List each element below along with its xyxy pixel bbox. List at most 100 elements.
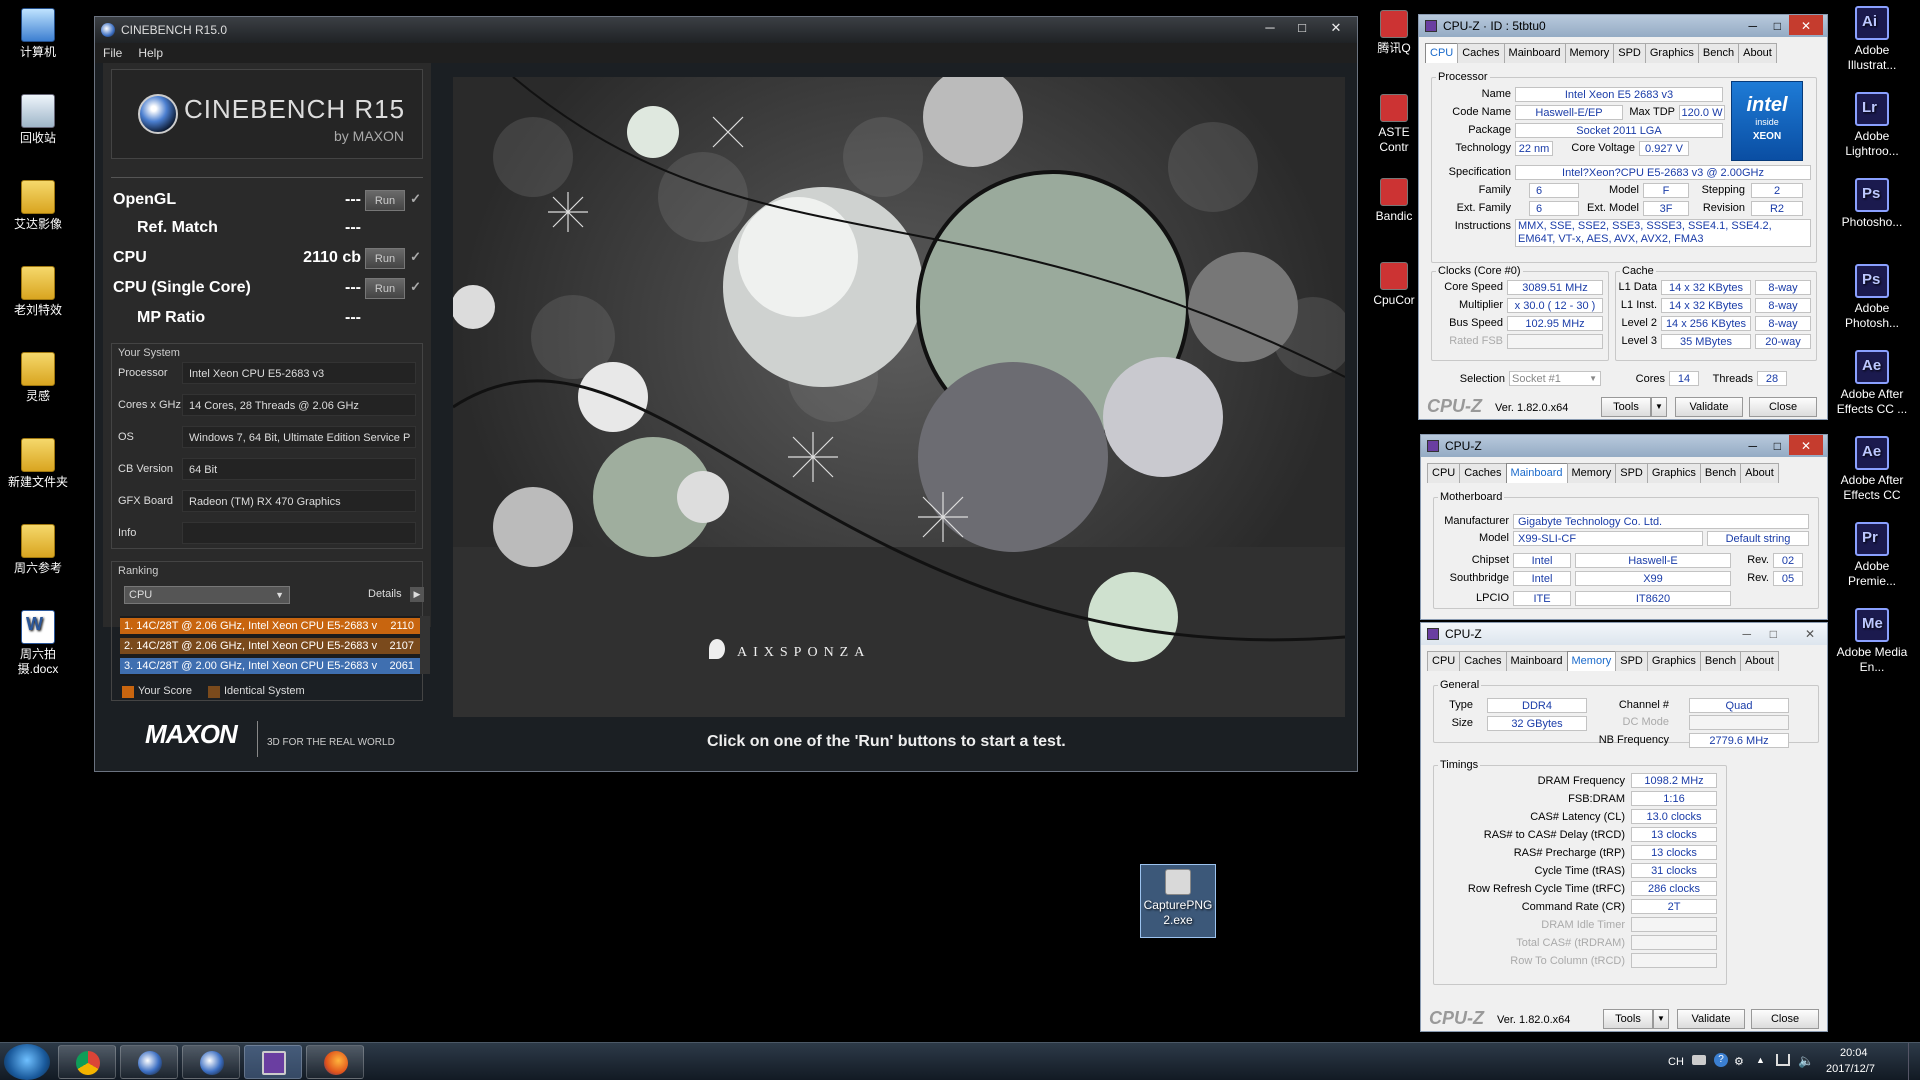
desktop-icon-3[interactable]: 老刘特效	[0, 266, 76, 318]
desktop-icon-0[interactable]: 计算机	[0, 8, 76, 60]
tab-mainboard[interactable]: Mainboard	[1503, 43, 1566, 63]
details-button[interactable]: Details	[368, 588, 402, 600]
tools-button[interactable]: Tools	[1601, 397, 1651, 417]
tab-graphics[interactable]: Graphics	[1646, 463, 1701, 483]
tab-memory[interactable]: Memory	[1564, 43, 1615, 63]
cinebench-titlebar[interactable]: CINEBENCH R15.0 ─ □ ✕	[95, 17, 1357, 43]
tab-memory[interactable]: Memory	[1566, 463, 1617, 483]
test-enabled-checkbox[interactable]: ✓	[410, 249, 421, 265]
run-button[interactable]: Run	[365, 190, 405, 211]
desktop-icon-adobe-5[interactable]: Ae Adobe After Effects CC	[1830, 436, 1914, 503]
run-button[interactable]: Run	[365, 248, 405, 269]
ranking-scrollbar[interactable]	[420, 616, 430, 674]
validate-button[interactable]: Validate	[1677, 1009, 1745, 1029]
desktop-icon-adobe-4[interactable]: Ae Adobe After Effects CC ...	[1830, 350, 1914, 417]
show-hidden-icons-icon[interactable]: ▲	[1756, 1055, 1765, 1065]
start-button[interactable]	[4, 1044, 50, 1080]
cpuz-titlebar[interactable]: CPU-Z ─ □ ✕	[1421, 435, 1827, 457]
desktop-icon-mid-1[interactable]: ASTE Contr	[1364, 94, 1424, 155]
tab-spd[interactable]: SPD	[1615, 463, 1648, 483]
tab-about[interactable]: About	[1740, 463, 1779, 483]
language-indicator[interactable]: CH	[1668, 1056, 1684, 1068]
taskbar-cinebench-2[interactable]	[182, 1045, 240, 1079]
maximize-button[interactable]: □	[1774, 435, 1781, 457]
desktop-icon-4[interactable]: 灵感	[0, 352, 76, 404]
tab-caches[interactable]: Caches	[1459, 651, 1507, 671]
ranking-list[interactable]: 1. 14C/28T @ 2.06 GHz, Intel Xeon CPU E5…	[120, 616, 420, 676]
keyboard-icon[interactable]	[1692, 1055, 1706, 1065]
desktop-icon-mid-3[interactable]: CpuCor	[1364, 262, 1424, 308]
maximize-button[interactable]: □	[1287, 18, 1317, 38]
ranking-row[interactable]: 1. 14C/28T @ 2.06 GHz, Intel Xeon CPU E5…	[120, 618, 420, 634]
tab-graphics[interactable]: Graphics	[1644, 43, 1699, 63]
tab-cpu[interactable]: CPU	[1427, 651, 1461, 671]
tab-spd[interactable]: SPD	[1615, 651, 1648, 671]
minimize-button[interactable]: ─	[1748, 15, 1757, 37]
close-button[interactable]: ✕	[1321, 18, 1351, 38]
cpuz-titlebar[interactable]: CPU-Z ─ □ ✕	[1421, 623, 1827, 645]
desktop-icon-adobe-7[interactable]: Me Adobe Media En...	[1830, 608, 1914, 675]
desktop-icon-adobe-2[interactable]: Ps Photosho...	[1830, 178, 1914, 230]
minimize-button[interactable]: ─	[1742, 623, 1751, 645]
desktop-icon-adobe-3[interactable]: Ps Adobe Photosh...	[1830, 264, 1914, 331]
tab-bench[interactable]: Bench	[1699, 651, 1742, 671]
test-enabled-checkbox[interactable]: ✓	[410, 279, 421, 295]
system-value[interactable]	[182, 522, 416, 544]
tools-dropdown-button[interactable]: ▼	[1651, 397, 1667, 417]
tools-button[interactable]: Tools	[1603, 1009, 1653, 1029]
tab-caches[interactable]: Caches	[1459, 463, 1507, 483]
run-button[interactable]: Run	[365, 278, 405, 299]
maximize-button[interactable]: □	[1774, 15, 1781, 37]
tab-mainboard[interactable]: Mainboard	[1505, 651, 1568, 671]
menu-file[interactable]: File	[95, 43, 130, 60]
taskbar-cpuz[interactable]	[244, 1045, 302, 1079]
close-window-button[interactable]: Close	[1751, 1009, 1819, 1029]
desktop-icon-1[interactable]: 回收站	[0, 94, 76, 146]
desktop-icon-mid-2[interactable]: Bandic	[1364, 178, 1424, 224]
show-desktop-button[interactable]	[1908, 1043, 1920, 1080]
tab-graphics[interactable]: Graphics	[1646, 651, 1701, 671]
tab-caches[interactable]: Caches	[1457, 43, 1505, 63]
details-arrow-icon[interactable]: ▶	[410, 587, 424, 602]
desktop-icon-adobe-1[interactable]: Lr Adobe Lightroo...	[1830, 92, 1914, 159]
desktop-icon-mid-0[interactable]: 腾讯Q	[1364, 10, 1424, 56]
tab-spd[interactable]: SPD	[1613, 43, 1646, 63]
cpuz-titlebar[interactable]: CPU-Z · ID : 5tbtu0 ─ □ ✕	[1419, 15, 1827, 37]
help-icon[interactable]: ?	[1714, 1053, 1728, 1067]
ranking-select[interactable]: CPU ▼	[124, 586, 290, 604]
tab-about[interactable]: About	[1738, 43, 1777, 63]
close-window-button[interactable]: Close	[1749, 397, 1817, 417]
tab-memory[interactable]: Memory	[1566, 651, 1617, 671]
maximize-button[interactable]: □	[1770, 623, 1777, 645]
tab-cpu[interactable]: CPU	[1425, 43, 1459, 63]
close-button[interactable]: ✕	[1789, 15, 1823, 35]
minimize-button[interactable]: ─	[1748, 435, 1757, 457]
taskbar-chrome[interactable]	[58, 1045, 116, 1079]
tab-bench[interactable]: Bench	[1697, 43, 1740, 63]
minimize-button[interactable]: ─	[1255, 18, 1285, 38]
clock-date[interactable]: 2017/12/7	[1826, 1063, 1875, 1075]
close-button[interactable]: ✕	[1789, 435, 1823, 455]
ranking-row[interactable]: 3. 14C/28T @ 2.00 GHz, Intel Xeon CPU E5…	[120, 658, 420, 674]
test-enabled-checkbox[interactable]: ✓	[410, 191, 421, 207]
socket-select[interactable]: Socket #1 ▼	[1509, 371, 1601, 386]
desktop-icon-2[interactable]: 艾达影像	[0, 180, 76, 232]
desktop-icon-6[interactable]: 周六参考	[0, 524, 76, 576]
tab-bench[interactable]: Bench	[1699, 463, 1742, 483]
close-button[interactable]: ✕	[1805, 623, 1815, 645]
capture-png-exe-icon[interactable]: CapturePNG2.exe	[1140, 864, 1216, 938]
settings-icon[interactable]: ⚙	[1734, 1055, 1744, 1068]
desktop-icon-5[interactable]: 新建文件夹	[0, 438, 76, 490]
ranking-row[interactable]: 2. 14C/28T @ 2.06 GHz, Intel Xeon CPU E5…	[120, 638, 420, 654]
tab-mainboard[interactable]: Mainboard	[1505, 463, 1568, 483]
desktop-icon-7[interactable]: 周六拍摄.docx	[0, 610, 76, 677]
desktop-icon-adobe-0[interactable]: Ai Adobe Illustrat...	[1830, 6, 1914, 73]
tools-dropdown-button[interactable]: ▼	[1653, 1009, 1669, 1029]
taskbar-cinebench-1[interactable]	[120, 1045, 178, 1079]
taskbar-firefox[interactable]	[306, 1045, 364, 1079]
validate-button[interactable]: Validate	[1675, 397, 1743, 417]
tab-cpu[interactable]: CPU	[1427, 463, 1461, 483]
network-icon[interactable]	[1776, 1054, 1790, 1066]
clock-time[interactable]: 20:04	[1840, 1047, 1868, 1059]
volume-icon[interactable]: 🔈	[1798, 1053, 1814, 1069]
